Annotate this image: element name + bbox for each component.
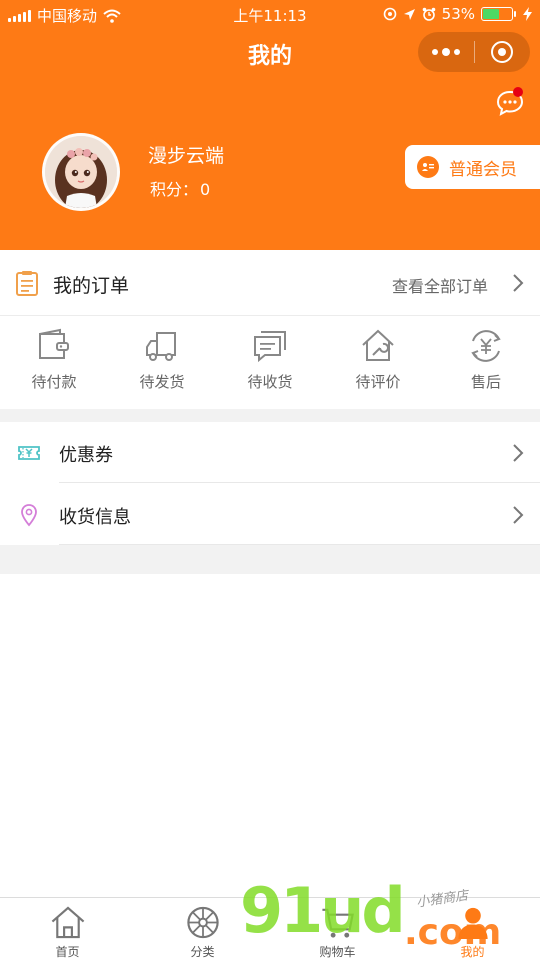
order-status-row: 待付款 待发货 待收货 待评价 售后 (0, 317, 540, 409)
points: 积分： 0 (148, 176, 210, 200)
message-box-icon (254, 331, 286, 363)
tab-category[interactable]: 分类 (135, 898, 270, 960)
points-value: 0 (200, 180, 211, 199)
my-orders-header[interactable]: 我的订单 查看全部订单 (0, 250, 540, 316)
section-divider (0, 545, 540, 574)
section-divider (0, 409, 540, 422)
chevron-right-icon (513, 506, 524, 524)
tab-mine[interactable]: 我的 (405, 898, 540, 960)
tab-label: 我的 (460, 945, 485, 959)
location-arrow-icon (403, 8, 415, 20)
username: 漫步云端 (148, 145, 225, 167)
order-pending-receipt[interactable]: 待收货 (216, 317, 324, 409)
refund-icon (471, 330, 501, 362)
charging-icon (523, 7, 532, 21)
coupon-icon (18, 446, 40, 460)
order-item-label: 售后 (470, 373, 501, 391)
tab-label: 首页 (55, 945, 80, 959)
shipping-info-label: 收货信息 (59, 507, 131, 528)
close-icon[interactable] (474, 32, 530, 72)
shipping-info-item[interactable]: 收货信息 (0, 484, 540, 545)
order-item-label: 待发货 (139, 373, 185, 391)
profile-header: 中国移动 上午11:13 53% 我的 漫步云端 积分： 0 普通会员 (0, 0, 540, 250)
order-item-label: 待付款 (31, 373, 77, 391)
status-bar: 中国移动 上午11:13 53% (0, 0, 540, 28)
chevron-right-icon (513, 274, 524, 292)
view-all-orders-link[interactable]: 查看全部订单 (392, 273, 488, 297)
alarm-icon (422, 7, 435, 21)
chevron-right-icon (513, 444, 524, 462)
wallet-icon (39, 328, 69, 359)
member-level-label: 普通会员 (449, 159, 517, 180)
battery-icon (481, 7, 516, 21)
chat-bubble-icon[interactable] (494, 86, 526, 118)
my-orders-title: 我的订单 (53, 275, 130, 297)
list-divider (59, 482, 540, 483)
category-wheel-icon (186, 906, 219, 939)
home-icon (51, 906, 84, 939)
order-pending-payment[interactable]: 待付款 (0, 317, 108, 409)
order-pending-shipment[interactable]: 待发货 (108, 317, 216, 409)
member-card-icon (417, 156, 439, 178)
points-label: 积分： (150, 180, 199, 199)
order-item-label: 待收货 (247, 373, 293, 391)
coupon-label: 优惠券 (59, 445, 113, 466)
avatar-image (45, 136, 117, 208)
bottom-tab-bar: 首页 分类 购物车 我的 (0, 897, 540, 960)
location-lock-icon (383, 7, 396, 21)
house-wrench-icon (362, 329, 394, 361)
battery-percent: 53% (441, 5, 475, 23)
tab-cart[interactable]: 购物车 (270, 898, 405, 960)
tab-label: 分类 (190, 945, 215, 959)
clipboard-icon (16, 271, 38, 296)
coupon-item[interactable]: 优惠券 (0, 422, 540, 483)
user-icon (457, 907, 488, 940)
order-item-label: 待评价 (355, 373, 401, 391)
cart-icon (321, 908, 354, 938)
order-after-sales[interactable]: 售后 (432, 317, 540, 409)
location-pin-icon (21, 504, 37, 527)
avatar[interactable] (42, 133, 120, 211)
member-level-button[interactable]: 普通会员 (405, 145, 540, 189)
tab-home[interactable]: 首页 (0, 898, 135, 960)
order-pending-review[interactable]: 待评价 (324, 317, 432, 409)
truck-icon (146, 332, 176, 361)
more-icon[interactable] (418, 32, 474, 72)
tab-label: 购物车 (319, 945, 356, 959)
mini-program-capsule (418, 32, 530, 72)
